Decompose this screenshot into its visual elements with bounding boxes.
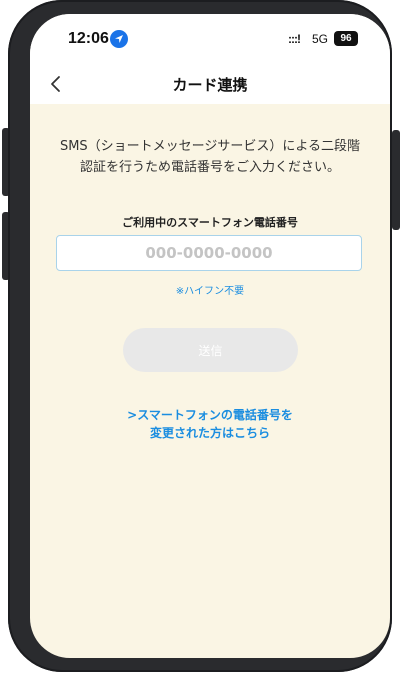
navigation-bar: カード連携 <box>30 66 390 104</box>
phone-frame: 12:06 :::! 5G 96 カード連携 SMS（ショートメッセージサービス… <box>8 0 392 672</box>
phone-number-input[interactable] <box>56 235 362 271</box>
status-bar: 12:06 :::! 5G 96 <box>30 14 390 66</box>
battery-icon: 96 <box>334 31 358 46</box>
power-side-button <box>392 130 400 230</box>
change-phone-number-link[interactable]: >スマートフォンの電話番号を 変更された方はこちら <box>30 406 390 442</box>
send-button[interactable]: 送信 <box>123 328 298 372</box>
change-link-line-1: >スマートフォンの電話番号を <box>127 408 293 422</box>
change-link-line-2: 変更された方はこちら <box>149 426 270 440</box>
instruction-line-1: SMS（ショートメッセージサービス）による二段階 <box>59 139 361 154</box>
signal-strength-icon: :::! <box>288 32 301 46</box>
instruction-text: SMS（ショートメッセージサービス）による二段階 認証を行うため電話番号をご入力… <box>50 136 370 178</box>
phone-screen: 12:06 :::! 5G 96 カード連携 SMS（ショートメッセージサービス… <box>30 14 390 658</box>
no-hyphen-hint: ※ハイフン不要 <box>175 286 245 297</box>
location-arrow-icon <box>110 30 128 48</box>
network-type: 5G <box>312 32 329 46</box>
page-title: カード連携 <box>172 76 248 94</box>
instruction-line-2: 認証を行うため電話番号をご入力ください。 <box>79 160 340 175</box>
phone-field-label: ご利用中のスマートフォン電話番号 <box>122 216 298 229</box>
status-time: 12:06 <box>68 30 109 47</box>
